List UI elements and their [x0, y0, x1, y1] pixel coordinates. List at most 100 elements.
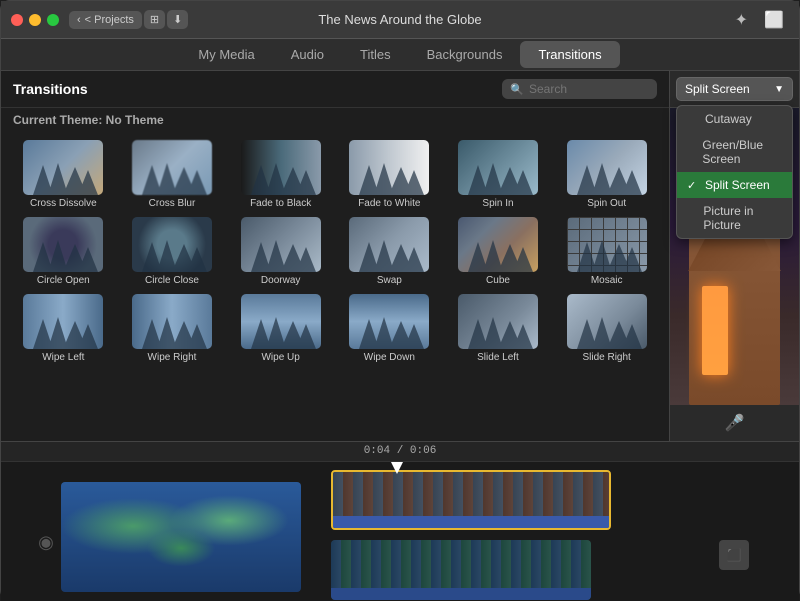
dropdown-item-cutaway[interactable]: Cutaway [677, 106, 792, 132]
transition-label-fade-to-white: Fade to White [358, 198, 420, 209]
transition-thumb-slide-left [458, 294, 538, 349]
timeline-ruler: 0:04 / 0:06 [1, 442, 799, 462]
transition-label-wipe-left: Wipe Left [42, 352, 84, 363]
transition-thumb-cross-blur [132, 140, 212, 195]
transition-label-wipe-up: Wipe Up [261, 352, 299, 363]
download-button[interactable]: ⬇ [167, 10, 188, 29]
transition-label-circle-open: Circle Open [37, 275, 90, 286]
transition-thumb-wipe-left [23, 294, 103, 349]
transition-item-mosaic[interactable]: Mosaic [556, 217, 657, 286]
dropdown-menu: Cutaway Green/Blue Screen ✓ Split Screen… [676, 105, 793, 239]
dropdown-item-split-screen[interactable]: ✓ Split Screen [677, 172, 792, 198]
transition-item-doorway[interactable]: Doorway [230, 217, 331, 286]
window-title: The News Around the Globe [318, 12, 481, 27]
dropdown-label-split-screen: Split Screen [705, 178, 770, 192]
transition-thumb-slide-right [567, 294, 647, 349]
transition-item-fade-to-black[interactable]: Fade to Black [230, 140, 331, 209]
transition-thumb-swap [349, 217, 429, 272]
playhead[interactable] [396, 462, 398, 470]
transition-item-circle-close[interactable]: Circle Close [122, 217, 223, 286]
layout-button[interactable]: ⊞ [144, 10, 165, 29]
transition-label-slide-right: Slide Right [582, 352, 630, 363]
dropdown-label-cutaway: Cutaway [705, 112, 752, 126]
transition-label-cube: Cube [486, 275, 510, 286]
mic-icon[interactable]: 🎤 [670, 405, 799, 441]
transition-thumb-spin-out [567, 140, 647, 195]
export-clip-button[interactable]: ⬛ [719, 540, 749, 570]
transition-item-slide-right[interactable]: Slide Right [556, 294, 657, 363]
transition-label-spin-in: Spin In [482, 198, 513, 209]
tab-transitions[interactable]: Transitions [520, 41, 619, 68]
transition-item-slide-left[interactable]: Slide Left [448, 294, 549, 363]
transition-item-spin-out[interactable]: Spin Out [556, 140, 657, 209]
transition-label-swap: Swap [377, 275, 402, 286]
transition-item-wipe-right[interactable]: Wipe Right [122, 294, 223, 363]
transition-item-fade-to-white[interactable]: Fade to White [339, 140, 440, 209]
house-window-light [702, 286, 728, 375]
transition-label-doorway: Doorway [261, 275, 300, 286]
tab-backgrounds[interactable]: Backgrounds [409, 41, 521, 68]
track-left-handle[interactable]: ◉ [36, 512, 56, 572]
transition-thumb-wipe-right [132, 294, 212, 349]
transition-item-wipe-down[interactable]: Wipe Down [339, 294, 440, 363]
time-separator: / [397, 445, 410, 457]
track-second-audio [331, 588, 591, 600]
secondary-video-track[interactable] [331, 540, 591, 600]
transition-item-spin-in[interactable]: Spin In [448, 140, 549, 209]
dropdown-container: Split Screen ▼ Cutaway Green/Blue Screen… [670, 71, 799, 108]
tab-my-media[interactable]: My Media [180, 41, 272, 68]
transition-item-cube[interactable]: Cube [448, 217, 549, 286]
search-input[interactable] [529, 82, 649, 96]
transitions-panel-title: Transitions [13, 81, 88, 97]
back-projects-button[interactable]: ‹ < Projects [69, 11, 142, 29]
transition-item-wipe-left[interactable]: Wipe Left [13, 294, 114, 363]
transition-thumb-doorway [241, 217, 321, 272]
search-box: 🔍 [502, 79, 657, 99]
export-icon: ⬛ [727, 548, 742, 562]
titlebar-nav: ‹ < Projects ⊞ ⬇ [69, 10, 188, 29]
transition-label-circle-close: Circle Close [145, 275, 199, 286]
transition-item-wipe-up[interactable]: Wipe Up [230, 294, 331, 363]
transition-label-spin-out: Spin Out [587, 198, 626, 209]
transition-thumb-spin-in [458, 140, 538, 195]
current-theme-label: Current Theme: No Theme [1, 108, 669, 132]
transition-item-swap[interactable]: Swap [339, 217, 440, 286]
transition-label-cross-blur: Cross Blur [149, 198, 196, 209]
timeline-tracks: ⬛ ◉ [1, 462, 799, 470]
transition-thumb-wipe-down [349, 294, 429, 349]
transition-label-cross-dissolve: Cross Dissolve [30, 198, 97, 209]
search-icon: 🔍 [510, 83, 524, 96]
transitions-panel: Transitions 🔍 Current Theme: No Theme Cr… [1, 71, 669, 441]
right-panel: Split Screen ▼ Cutaway Green/Blue Screen… [669, 71, 799, 441]
transition-label-wipe-down: Wipe Down [364, 352, 415, 363]
main-video-track[interactable] [331, 470, 611, 530]
transition-label-slide-left: Slide Left [477, 352, 519, 363]
minimize-button[interactable] [29, 14, 41, 26]
dropdown-item-picture-in-picture[interactable]: Picture in Picture [677, 198, 792, 238]
back-arrow-icon: ‹ [77, 14, 81, 26]
transition-item-cross-dissolve[interactable]: Cross Dissolve [13, 140, 114, 209]
transition-item-circle-open[interactable]: Circle Open [13, 217, 114, 286]
split-screen-dropdown[interactable]: Split Screen ▼ [676, 77, 793, 101]
time-current: 0:04 [364, 445, 390, 457]
maximize-button[interactable] [47, 14, 59, 26]
time-display: 0:04 / 0:06 [364, 445, 437, 457]
transition-item-cross-blur[interactable]: Cross Blur [122, 140, 223, 209]
titlebar-actions: ✦ ⬜ [730, 8, 789, 32]
chevron-down-icon: ▼ [774, 84, 784, 95]
dropdown-current-value: Split Screen [685, 82, 750, 96]
transition-thumb-cube [458, 217, 538, 272]
dropdown-check-split-screen: ✓ [687, 179, 699, 192]
transition-thumb-fade-to-black [241, 140, 321, 195]
tab-titles[interactable]: Titles [342, 41, 409, 68]
time-total: 0:06 [410, 445, 436, 457]
fullscreen-button[interactable]: ⬜ [759, 8, 789, 32]
tab-audio[interactable]: Audio [273, 41, 342, 68]
transition-thumb-cross-dissolve [23, 140, 103, 195]
dropdown-item-green-blue-screen[interactable]: Green/Blue Screen [677, 132, 792, 172]
titlebar: ‹ < Projects ⊞ ⬇ The News Around the Glo… [1, 1, 799, 39]
traffic-lights [11, 14, 59, 26]
close-button[interactable] [11, 14, 23, 26]
transition-label-mosaic: Mosaic [591, 275, 623, 286]
magic-wand-button[interactable]: ✦ [730, 8, 753, 32]
